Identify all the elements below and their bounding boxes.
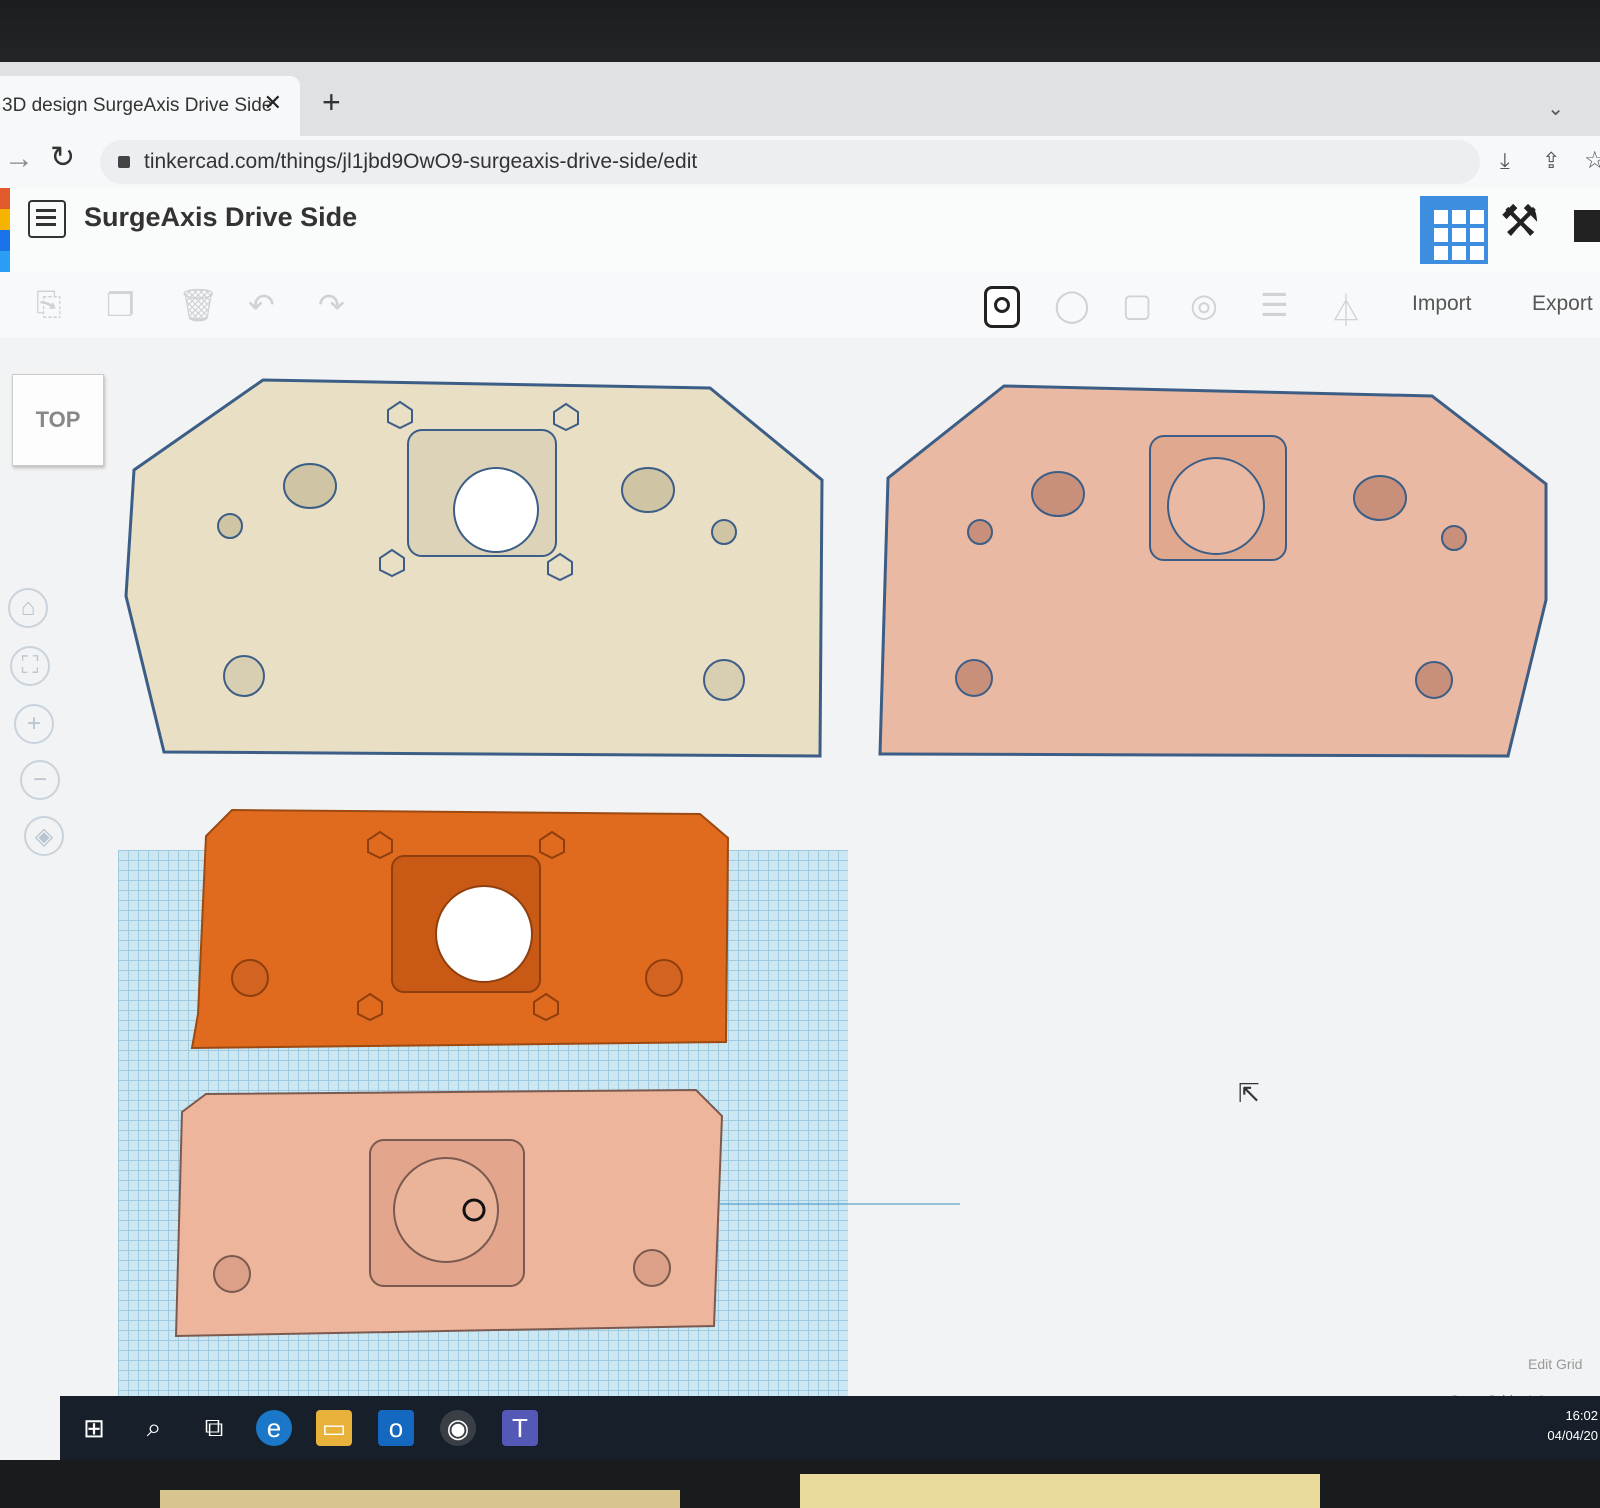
teams-icon[interactable]: T [502,1410,538,1446]
undo-icon[interactable]: ↶ [248,286,275,324]
lock-icon [118,156,130,168]
align-icon[interactable]: ☰ [1260,286,1289,324]
group-icon[interactable]: ▢ [1122,286,1152,324]
url-text: tinkercad.com/things/jl1jbd9OwO9-surgeax… [144,150,698,173]
import-button[interactable]: Import [1412,292,1472,316]
trash-icon[interactable]: 🗑 [178,286,219,324]
tinkercad-logo[interactable] [0,188,10,272]
app-header: SurgeAxis Drive Side ⚒ [0,188,1600,273]
sticky-note [800,1474,1320,1508]
share-icon[interactable]: ⇪ [1542,148,1560,174]
notes-icon[interactable] [984,286,1020,328]
windows-icon[interactable]: ⊞ [76,1410,112,1446]
orange-plate-shape[interactable] [190,808,730,1050]
paste-icon[interactable]: ⎘ [36,286,62,324]
edit-grid-button[interactable]: Edit Grid [1528,1356,1582,1372]
design-title[interactable]: SurgeAxis Drive Side [84,202,357,233]
bulb-icon[interactable]: ◯ [1054,286,1090,324]
screen: 3D design SurgeAxis Drive Side ✕ + ⌄ → ↻… [0,62,1600,1462]
workplane-canvas[interactable]: TOP ⌂ ⛶ + − ◈ Edit Grid ⇱ [0,338,1600,1462]
windows-taskbar: ⊞ ⌕ ⧉ e ▭ o ◉ T 16:02 04/04/20 [60,1396,1600,1460]
export-button[interactable]: Export [1532,292,1593,316]
system-clock[interactable]: 16:02 04/04/20 [1547,1406,1598,1446]
edge-icon[interactable]: e [256,1410,292,1446]
clock-date: 04/04/20 [1547,1428,1598,1443]
clock-time: 16:02 [1565,1408,1598,1423]
ungroup-icon[interactable]: ◎ [1190,286,1218,324]
install-icon[interactable]: ⤓ [1500,148,1510,174]
chrome-icon[interactable]: ◉ [440,1410,476,1446]
browser-tab-strip: 3D design SurgeAxis Drive Side ✕ + ⌄ [0,62,1600,136]
bricks-view-icon[interactable] [1574,210,1600,242]
search-icon[interactable]: ⌕ [136,1410,172,1446]
salmon-plate-shape[interactable] [174,1088,724,1338]
address-bar[interactable]: tinkercad.com/things/jl1jbd9OwO9-surgeax… [100,140,1480,184]
3d-shapes [124,378,1548,1338]
sticky-note [160,1490,680,1508]
new-tab-button[interactable]: + [322,84,341,121]
forward-icon[interactable]: → [4,142,34,176]
redo-icon[interactable]: ↷ [318,286,345,324]
blocks-pickaxe-icon[interactable]: ⚒ [1500,196,1539,247]
edit-toolbar: ⎘ ❐ 🗑 ↶ ↷ ◯ ▢ ◎ ☰ ⏃ Import Export [0,272,1600,338]
browser-tab[interactable]: 3D design SurgeAxis Drive Side ✕ [0,76,300,136]
mouse-cursor-icon: ⇱ [1238,1078,1260,1108]
monitor-bezel-top [0,0,1600,70]
beige-plate-shape[interactable] [124,378,824,758]
task-view-icon[interactable]: ⧉ [196,1410,232,1446]
3d-design-view-icon[interactable] [1420,196,1488,264]
mirror-icon[interactable]: ⏃ [1330,286,1362,332]
close-tab-icon[interactable]: ✕ [264,90,282,116]
chevron-down-icon[interactable]: ⌄ [1547,96,1564,121]
outlook-icon[interactable]: o [378,1410,414,1446]
design-list-icon[interactable] [28,200,66,238]
duplicate-icon[interactable]: ❐ [106,286,135,324]
bookmark-star-icon[interactable]: ☆ [1584,146,1600,175]
file-explorer-icon[interactable]: ▭ [316,1410,352,1446]
tab-title: 3D design SurgeAxis Drive Side [2,95,273,116]
browser-nav-row: → ↻ tinkercad.com/things/jl1jbd9OwO9-sur… [0,136,1600,188]
pink-plate-shape[interactable] [878,384,1548,758]
reload-icon[interactable]: ↻ [50,140,75,175]
